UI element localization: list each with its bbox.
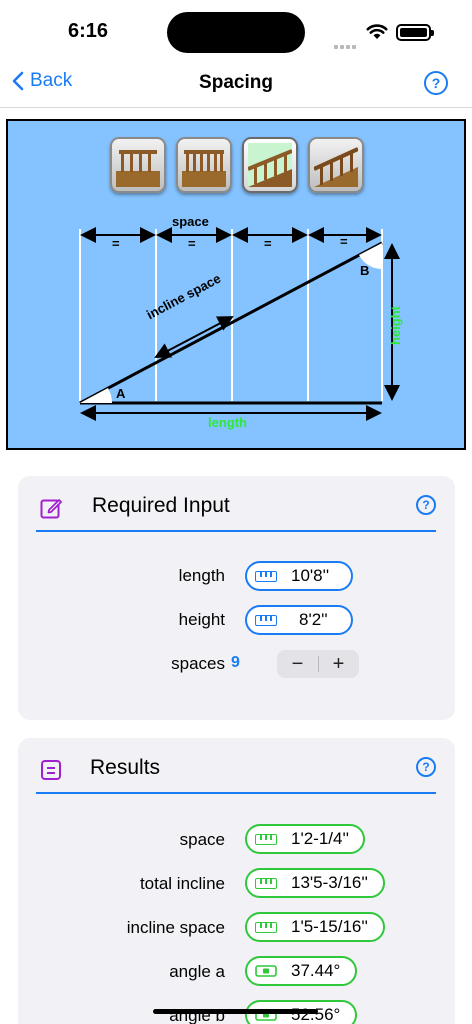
- results-header: Results ?: [36, 754, 436, 794]
- spaces-value: 9: [231, 654, 240, 671]
- dynamic-island: [167, 12, 305, 53]
- required-input-help-button[interactable]: ?: [416, 495, 436, 515]
- angle-b-label: B: [360, 263, 370, 278]
- required-input-header: Required Input ?: [36, 492, 436, 532]
- length-field-label: length: [178, 566, 225, 585]
- result-incline-space[interactable]: 1'5-15/16'': [245, 912, 385, 942]
- result-total-incline[interactable]: 13'5-3/16'': [245, 868, 385, 898]
- height-input[interactable]: 8'2'': [245, 605, 353, 635]
- equal-label-1: =: [112, 236, 120, 251]
- edit-icon: [40, 499, 62, 519]
- result-incline-space-value: 1'5-15/16'': [291, 917, 368, 936]
- space-label: space: [172, 214, 209, 229]
- result-angle-a-value: 37.44°: [291, 961, 341, 980]
- length-value: 10'8'': [291, 566, 330, 585]
- spaces-label: spaces: [171, 654, 225, 673]
- result-label-total-incline: total incline: [139, 874, 225, 893]
- result-space-value: 1'2-1/4'': [291, 829, 349, 848]
- equal-label-2: =: [188, 236, 196, 251]
- incline-space-arrow: [154, 316, 234, 358]
- results-title: Results: [90, 756, 161, 779]
- list-icon: [41, 760, 61, 780]
- length-input[interactable]: 10'8'': [245, 561, 353, 591]
- angle-a-label: A: [116, 386, 126, 401]
- level-icon: [255, 965, 277, 977]
- status-time: 6:16: [68, 20, 109, 42]
- result-total-incline-value: 13'5-3/16'': [291, 873, 368, 892]
- angle-a-arc: [80, 388, 112, 403]
- result-space[interactable]: 1'2-1/4'': [245, 824, 365, 854]
- required-input-card: Required Input ? length 10'8'' height 8'…: [18, 476, 455, 720]
- ruler-icon: [255, 877, 277, 889]
- result-angle-b-value: 52.56°: [291, 1005, 341, 1024]
- page-title: Spacing: [199, 72, 273, 93]
- cellular-signal-icon: [334, 36, 358, 54]
- results-help-button[interactable]: ?: [416, 757, 436, 777]
- ruler-icon: [255, 921, 277, 933]
- height-field-label: height: [178, 610, 225, 629]
- help-button[interactable]: ?: [424, 71, 448, 95]
- height-label: height: [388, 306, 403, 345]
- navigation-bar: Back Spacing ?: [0, 60, 472, 108]
- ruler-icon: [255, 833, 277, 845]
- status-bar: 6:16: [0, 0, 472, 60]
- equal-label-3: =: [264, 236, 272, 251]
- result-label-angle-a: angle a: [169, 962, 225, 981]
- baluster-lines: [79, 229, 383, 401]
- height-value: 8'2'': [299, 610, 328, 629]
- decrement-button[interactable]: −: [277, 650, 318, 678]
- increment-button[interactable]: +: [318, 650, 359, 678]
- spacing-diagram: space = = = = incline space height lengt…: [6, 119, 466, 450]
- result-angle-a[interactable]: 37.44°: [245, 956, 357, 986]
- equal-label-4: =: [340, 234, 348, 249]
- ruler-icon: [255, 614, 277, 626]
- incline-diagram: [79, 227, 400, 421]
- result-label-space: space: [179, 830, 225, 849]
- results-card: Results ? space 1'2-1/4'' total incline …: [18, 738, 455, 1024]
- home-indicator[interactable]: [153, 1009, 318, 1014]
- ruler-icon: [255, 570, 277, 582]
- length-label: length: [208, 415, 247, 430]
- spaces-stepper: − +: [277, 650, 359, 678]
- required-input-title: Required Input: [92, 494, 230, 517]
- wifi-icon: [366, 24, 388, 39]
- result-label-incline-space: incline space: [126, 918, 225, 937]
- battery-icon: [396, 24, 434, 41]
